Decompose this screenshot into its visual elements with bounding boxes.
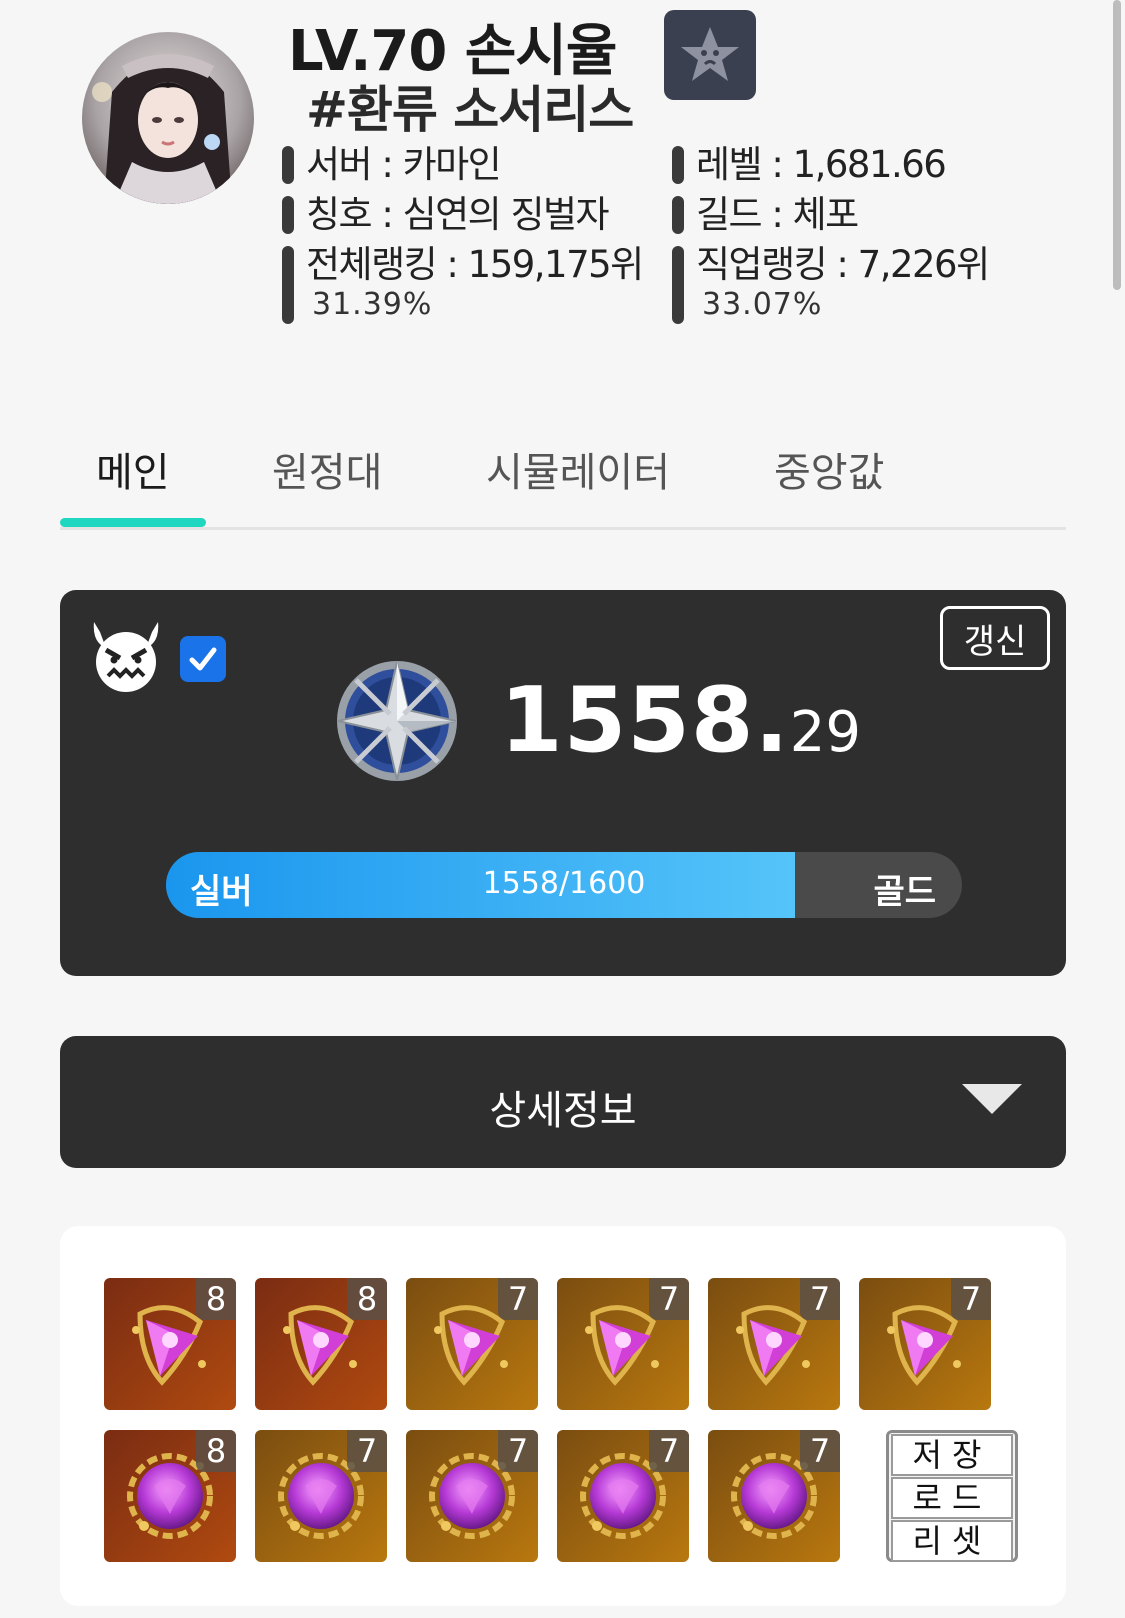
rating-decimal: 29 bbox=[789, 700, 861, 765]
gem-level: 7 bbox=[951, 1278, 991, 1320]
save-button[interactable]: 저장 bbox=[891, 1434, 1013, 1476]
combat-rating: 1558.29 bbox=[500, 668, 861, 773]
gem-level: 7 bbox=[800, 1430, 840, 1472]
silver-tier-badge-icon bbox=[337, 661, 457, 781]
damage-gem-slot[interactable]: 7 bbox=[557, 1278, 689, 1410]
total-rank-percent: 31.39% bbox=[312, 287, 433, 322]
character-avatar bbox=[82, 32, 254, 204]
level-info: 레벨 : 1,681.66 bbox=[672, 142, 947, 188]
total-rank-text: 전체랭킹 : 159,175위 bbox=[306, 243, 644, 286]
check-icon bbox=[189, 647, 217, 671]
tab-main[interactable]: 메인 bbox=[96, 440, 170, 498]
next-tier-label: 골드 bbox=[873, 872, 936, 912]
rating-card: 갱신 1558.29 실버 1558/1600 골드 bbox=[60, 590, 1066, 976]
total-rank-info: 전체랭킹 : 159,175위 31.39% bbox=[282, 242, 644, 324]
gem-level: 7 bbox=[649, 1430, 689, 1472]
progress-text: 1558/1600 bbox=[482, 866, 646, 901]
details-toggle[interactable]: 상세정보 bbox=[60, 1036, 1066, 1168]
gem-level: 7 bbox=[498, 1278, 538, 1320]
favorite-button[interactable] bbox=[664, 10, 756, 100]
server-info: 서버 : 카마인 bbox=[282, 142, 502, 188]
rating-integer: 1558. bbox=[500, 668, 790, 773]
gem-level: 7 bbox=[649, 1278, 689, 1320]
honor-text: 칭호 : 심연의 징벌자 bbox=[306, 193, 610, 236]
cooldown-gem-slot[interactable]: 7 bbox=[557, 1430, 689, 1562]
info-marker bbox=[672, 246, 684, 324]
gem-level: 7 bbox=[498, 1430, 538, 1472]
include-checkbox[interactable] bbox=[180, 636, 226, 682]
details-label: 상세정보 bbox=[489, 1088, 637, 1134]
class-rank-text: 직업랭킹 : 7,226위 bbox=[696, 243, 990, 286]
load-button[interactable]: 로드 bbox=[891, 1477, 1013, 1519]
guild-text: 길드 : 체포 bbox=[696, 193, 859, 236]
info-marker bbox=[282, 196, 294, 234]
scrollbar[interactable] bbox=[1113, 0, 1121, 1618]
damage-gem-slot[interactable]: 8 bbox=[255, 1278, 387, 1410]
gem-level: 7 bbox=[347, 1430, 387, 1472]
info-marker bbox=[282, 146, 294, 184]
damage-gem-slot[interactable]: 8 bbox=[104, 1278, 236, 1410]
server-text: 서버 : 카마인 bbox=[306, 143, 502, 186]
scrollbar-thumb[interactable] bbox=[1113, 0, 1121, 290]
gem-level: 8 bbox=[196, 1430, 236, 1472]
guild-info: 길드 : 체포 bbox=[672, 192, 859, 238]
cooldown-gem-slot[interactable]: 7 bbox=[255, 1430, 387, 1562]
info-marker bbox=[672, 196, 684, 234]
damage-gem-slot[interactable]: 7 bbox=[859, 1278, 991, 1410]
cooldown-gem-slot[interactable]: 8 bbox=[104, 1430, 236, 1562]
class-rank-percent: 33.07% bbox=[702, 287, 823, 322]
honor-info: 칭호 : 심연의 징벌자 bbox=[282, 192, 610, 238]
info-marker bbox=[672, 146, 684, 184]
active-tab-indicator bbox=[60, 518, 206, 527]
cooldown-gem-slot[interactable]: 7 bbox=[406, 1430, 538, 1562]
damage-gem-slot[interactable]: 7 bbox=[708, 1278, 840, 1410]
gem-level: 8 bbox=[347, 1278, 387, 1320]
preset-buttons: 저장 로드 리셋 bbox=[886, 1430, 1018, 1562]
tab-bar: 메인 원정대 시뮬레이터 중앙값 bbox=[60, 420, 1066, 530]
tier-progress-bar: 실버 1558/1600 골드 bbox=[166, 852, 962, 918]
class-rank-info: 직업랭킹 : 7,226위 33.07% bbox=[672, 242, 990, 324]
info-marker bbox=[282, 246, 294, 324]
damage-gem-slot[interactable]: 7 bbox=[406, 1278, 538, 1410]
refresh-button[interactable]: 갱신 bbox=[940, 606, 1050, 670]
tab-simulator[interactable]: 시뮬레이터 bbox=[486, 440, 670, 498]
gem-panel: 저장 로드 리셋 8 8 7 7 7 7 8 7 7 7 7 bbox=[60, 1226, 1066, 1606]
gem-level: 7 bbox=[800, 1278, 840, 1320]
star-face-icon bbox=[681, 27, 739, 81]
demon-face-icon bbox=[93, 622, 159, 692]
cooldown-gem-slot[interactable]: 7 bbox=[708, 1430, 840, 1562]
tab-median[interactable]: 중앙값 bbox=[774, 440, 884, 498]
gem-level: 8 bbox=[196, 1278, 236, 1320]
character-class: #환류 소서리스 bbox=[306, 81, 634, 139]
reset-button[interactable]: 리셋 bbox=[891, 1520, 1013, 1562]
tab-expedition[interactable]: 원정대 bbox=[272, 440, 382, 498]
chevron-down-icon bbox=[962, 1084, 1022, 1114]
level-text: 레벨 : 1,681.66 bbox=[696, 143, 947, 186]
